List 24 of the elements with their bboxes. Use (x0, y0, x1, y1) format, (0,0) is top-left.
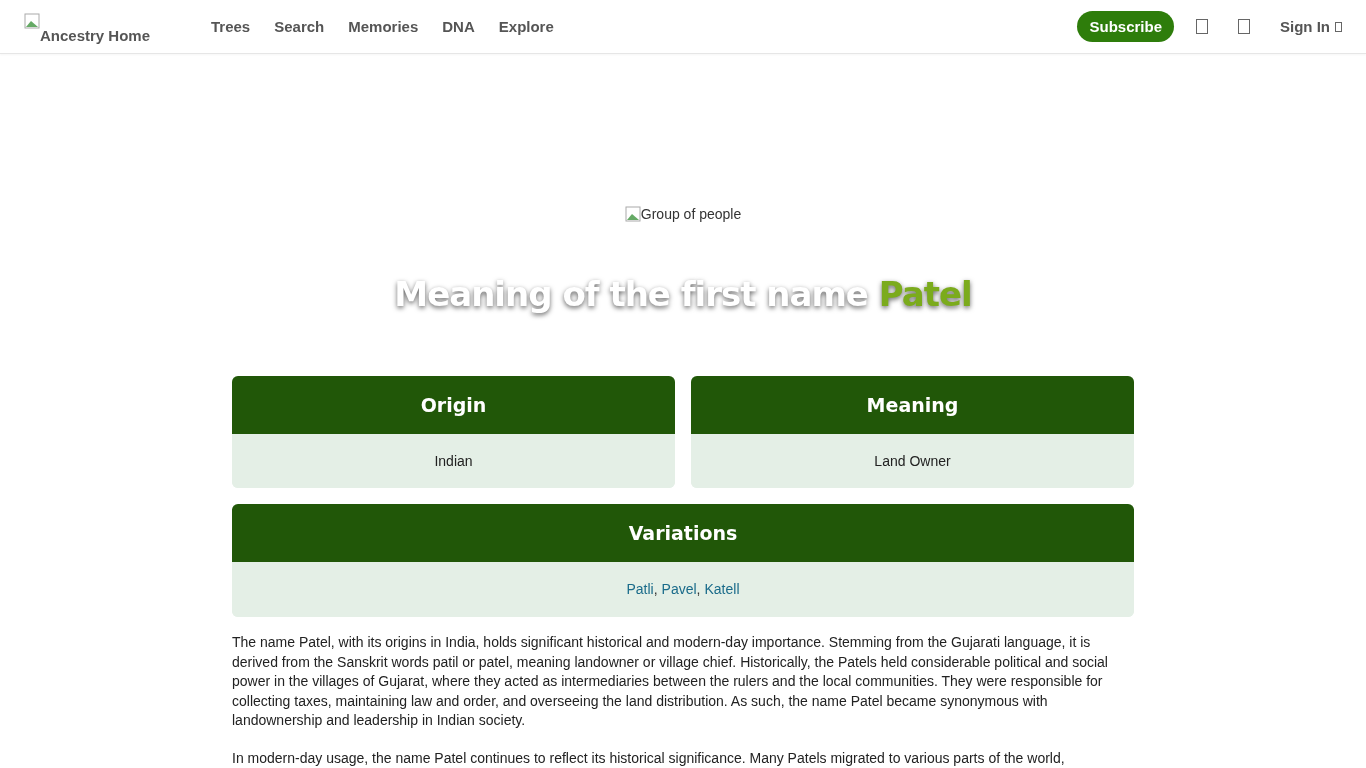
variation-link[interactable]: Pavel (661, 581, 697, 597)
nav-link[interactable]: Explore (498, 18, 554, 35)
subscribe-button[interactable]: Subscribe (1077, 11, 1174, 42)
logo-link[interactable]: Ancestry Home (24, 9, 211, 44)
card-heading: Origin (232, 376, 675, 434)
broken-image-icon (24, 13, 40, 29)
comma-text: , (696, 581, 701, 597)
card-heading: Meaning (691, 376, 1134, 434)
nav-link[interactable]: Search (274, 18, 325, 35)
nav-link[interactable]: Memories (348, 18, 419, 35)
sign-in-link[interactable]: Sign In (1280, 18, 1330, 35)
comma-text: , (653, 581, 658, 597)
box-icon[interactable] (1238, 19, 1250, 34)
paragraph: The name Patel, with its origins in India, holds significant historical and modern-day importance. Stemming from the Gujarati language, it is derived from the Sanskrit words patil or patel, meaning landowner or village chief. Historically, the Patels held considerable political and social power in the villages of Gujarat, where they acted as intermediaries between the rulers and the local communities. They were responsible for collecting taxes, maintaining law and order, and overseeing the land distribution. As such, the name Patel became synonymous with landownership and leadership in Indian society. (232, 633, 1109, 730)
box-icon (1335, 21, 1342, 32)
image-alt-text: Group of people (640, 206, 742, 222)
paragraph: In modern-day usage, the name Patel continues to reflect its historical significance. Many Patels migrated to various parts of the world, (232, 748, 1066, 768)
card-heading: Variations (232, 504, 1134, 562)
nav-link[interactable]: Trees (211, 18, 251, 35)
broken-image-icon (624, 206, 641, 222)
variation-link[interactable]: Katell (704, 581, 740, 597)
nav-link[interactable]: DNA (442, 18, 475, 35)
box-icon[interactable] (1196, 19, 1208, 34)
variation-link[interactable]: Patli (626, 581, 654, 597)
